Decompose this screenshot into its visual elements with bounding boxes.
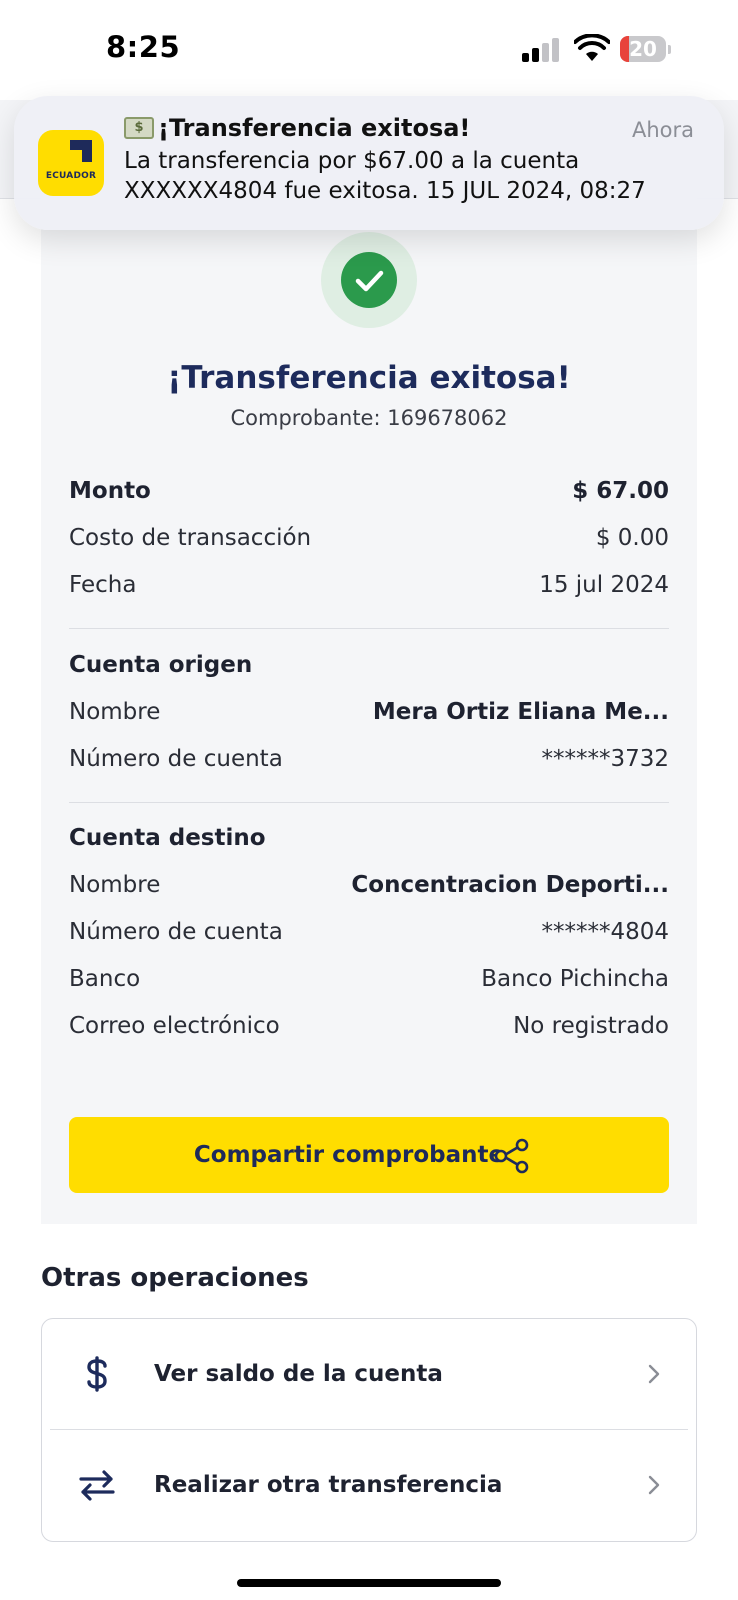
app-brand-text: ECUADOR	[45, 171, 97, 181]
origin-account-label: Número de cuenta	[69, 746, 283, 772]
new-transfer-label: Realizar otra transferencia	[154, 1472, 503, 1498]
notification-body: La transferencia por $67.00 a la cuenta …	[124, 148, 646, 204]
destination-bank-label: Banco	[69, 966, 141, 992]
chevron-right-icon	[648, 1364, 660, 1384]
notification-title: ¡Transferencia exitosa!	[124, 114, 470, 142]
amount-label: Monto	[69, 478, 151, 504]
origin-name-value: Mera Ortiz Eliana Me...	[372, 699, 669, 725]
destination-name-row: Nombre Concentracion Deporti...	[69, 872, 669, 904]
fee-value: $ 0.00	[595, 525, 669, 551]
notification-title-text: ¡Transferencia exitosa!	[158, 114, 471, 142]
fee-row: Costo de transacción $ 0.00	[69, 525, 669, 557]
date-row: Fecha 15 jul 2024	[69, 572, 669, 604]
new-transfer-item[interactable]: Realizar otra transferencia	[42, 1430, 696, 1540]
battery-icon: 20	[620, 36, 671, 62]
voucher-number: Comprobante: 169678062	[230, 406, 508, 430]
amount-row: Monto $ 67.00	[69, 478, 669, 510]
date-value: 15 jul 2024	[539, 572, 669, 598]
transfer-arrows-icon	[79, 1470, 115, 1501]
destination-email-label: Correo electrónico	[69, 1013, 280, 1039]
view-balance-label: Ver saldo de la cuenta	[154, 1361, 443, 1387]
date-label: Fecha	[69, 572, 137, 598]
other-operations-title: Otras operaciones	[41, 1263, 309, 1293]
destination-email-value: No registrado	[513, 1013, 669, 1039]
share-receipt-button[interactable]: Compartir comprobante	[69, 1117, 669, 1193]
origin-section-title: Cuenta origen	[69, 652, 253, 678]
checkmark-circle-icon	[321, 232, 417, 328]
home-indicator	[237, 1579, 501, 1587]
dollar-banknote-icon	[124, 117, 154, 139]
origin-account-row: Número de cuenta ******3732	[69, 746, 669, 778]
destination-name-label: Nombre	[69, 872, 161, 898]
destination-bank-value: Banco Pichincha	[481, 966, 669, 992]
destination-email-row: Correo electrónico No registrado	[69, 1013, 669, 1045]
status-bar: 8:25 20	[0, 0, 738, 100]
divider	[69, 802, 669, 803]
fee-label: Costo de transacción	[69, 525, 312, 551]
share-receipt-label: Compartir comprobante	[193, 1142, 505, 1168]
destination-section-title: Cuenta destino	[69, 825, 266, 851]
share-icon	[494, 1138, 529, 1174]
battery-level: 20	[629, 37, 657, 61]
status-time: 8:25	[106, 30, 181, 64]
origin-account-value: ******3732	[541, 746, 669, 772]
notification-time: Ahora	[631, 118, 694, 142]
other-operations-list: Ver saldo de la cuenta Realizar otra tra…	[41, 1318, 697, 1542]
origin-name-label: Nombre	[69, 699, 161, 725]
destination-account-label: Número de cuenta	[69, 919, 283, 945]
chevron-right-icon	[648, 1475, 660, 1495]
cellular-signal-icon	[522, 36, 562, 62]
destination-name-value: Concentracion Deporti...	[351, 872, 669, 898]
view-balance-item[interactable]: Ver saldo de la cuenta	[42, 1319, 696, 1429]
divider	[69, 628, 669, 629]
destination-account-row: Número de cuenta ******4804	[69, 919, 669, 951]
success-title: ¡Transferencia exitosa!	[167, 360, 571, 396]
amount-value: $ 67.00	[572, 478, 669, 504]
receipt-card: ¡Transferencia exitosa! Comprobante: 169…	[41, 198, 697, 1224]
destination-account-value: ******4804	[541, 919, 669, 945]
banco-ecuador-logo: ECUADOR	[38, 130, 104, 196]
origin-name-row: Nombre Mera Ortiz Eliana Me...	[69, 699, 669, 731]
push-notification[interactable]: ECUADOR ¡Transferencia exitosa! Ahora La…	[14, 96, 724, 230]
dollar-sign-icon	[87, 1356, 107, 1392]
wifi-icon	[574, 34, 610, 61]
destination-bank-row: Banco Banco Pichincha	[69, 966, 669, 998]
